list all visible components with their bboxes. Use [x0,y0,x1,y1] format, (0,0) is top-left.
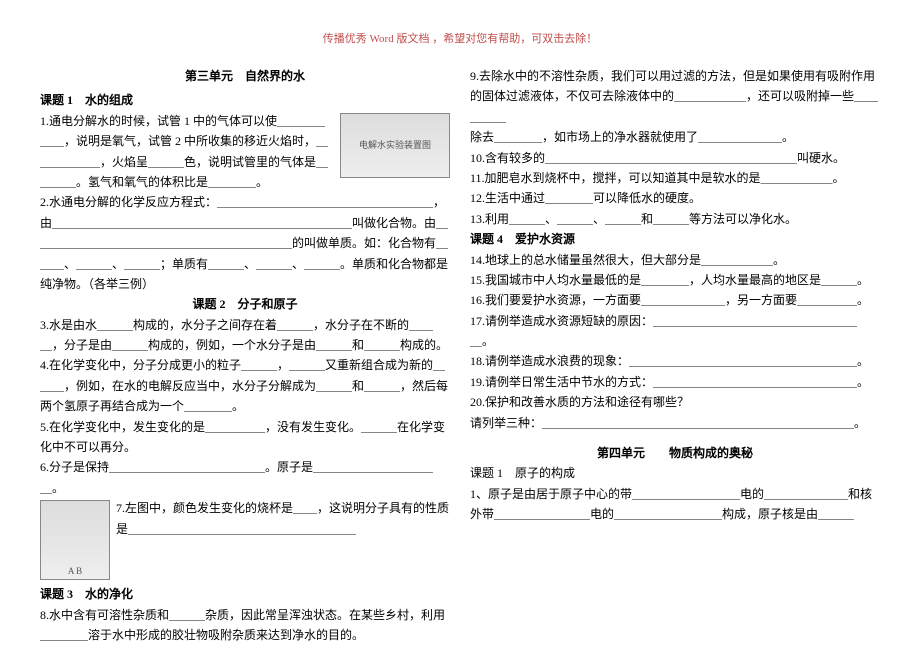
q20b: 请列举三种：＿＿＿＿＿＿＿＿＿＿＿＿＿＿＿＿＿＿＿＿＿＿＿＿＿＿。 [470,413,880,433]
electrolysis-diagram: 电解水实验装置图 [340,113,450,178]
unit4-topic1-title: 课题 1 原子的构成 [470,463,880,483]
q12: 12.生活中通过＿＿＿＿可以降低水的硬度。 [470,188,880,208]
topic3-title: 课题 3 水的净化 [40,584,450,604]
q19: 19.请例举日常生活中节水的方式：＿＿＿＿＿＿＿＿＿＿＿＿＿＿＿＿＿。 [470,372,880,392]
u4q1: 1、原子是由居于原子中心的带＿＿＿＿＿＿＿＿＿电的＿＿＿＿＿＿＿和核外带＿＿＿＿… [470,484,880,525]
right-column: 9.去除水中的不溶性杂质，我们可以用过滤的方法，但是如果使用有吸附作用的固体过滤… [470,66,880,645]
topic1-title: 课题 1 水的组成 [40,90,450,110]
q10: 10.含有较多的＿＿＿＿＿＿＿＿＿＿＿＿＿＿＿＿＿＿＿＿＿叫硬水。 [470,148,880,168]
q17: 17.请例举造成水资源短缺的原因：＿＿＿＿＿＿＿＿＿＿＿＿＿＿＿＿＿＿。 [470,311,880,352]
q18: 18.请例举造成水浪费的现象：＿＿＿＿＿＿＿＿＿＿＿＿＿＿＿＿＿＿＿。 [470,351,880,371]
topic4-title: 课题 4 爱护水资源 [470,229,880,249]
content-columns: 第三单元 自然界的水 课题 1 水的组成 电解水实验装置图 1.通电分解水的时候… [40,66,880,645]
topic2-title: 课题 2 分子和原子 [40,294,450,314]
left-column: 第三单元 自然界的水 课题 1 水的组成 电解水实验装置图 1.通电分解水的时候… [40,66,450,645]
q5: 5.在化学变化中，发生变化的是＿＿＿＿＿，没有发生变化。＿＿＿在化学变化中不可以… [40,417,450,458]
q16: 16.我们要爱护水资源，一方面要＿＿＿＿＿＿＿，另一方面要＿＿＿＿＿。 [470,290,880,310]
q4: 4.在化学变化中，分子分成更小的粒子＿＿＿，＿＿＿又重新组合成为新的＿＿＿，例如… [40,355,450,416]
q8: 8.水中含有可溶性杂质和＿＿＿杂质，因此常呈浑浊状态。在某些乡村，利用＿＿＿＿溶… [40,605,450,646]
q11: 11.加肥皂水到烧杯中，搅拌，可以知道其中是软水的是＿＿＿＿＿＿。 [470,168,880,188]
q3: 3.水是由水＿＿＿构成的，水分子之间存在着＿＿＿，水分子在不断的＿＿＿，分子是由… [40,315,450,356]
q15: 15.我国城市中人均水量最低的是＿＿＿＿，人均水量最高的地区是＿＿＿。 [470,270,880,290]
q2: 2.水通电分解的化学反应方程式：＿＿＿＿＿＿＿＿＿＿＿＿＿＿＿＿＿＿，由＿＿＿＿… [40,192,450,294]
beaker-diagram: A B [40,500,110,580]
q9b: 除去＿＿＿＿，如市场上的净水器就使用了＿＿＿＿＿＿＿。 [470,127,880,147]
q14: 14.地球上的总水储量虽然很大，但大部分是＿＿＿＿＿＿。 [470,250,880,270]
unit3-title: 第三单元 自然界的水 [40,66,450,86]
q9: 9.去除水中的不溶性杂质，我们可以用过滤的方法，但是如果使用有吸附作用的固体过滤… [470,66,880,127]
unit4-title: 第四单元 物质构成的奥秘 [470,443,880,463]
q13: 13.利用＿＿＿、＿＿＿、＿＿＿和＿＿＿等方法可以净化水。 [470,209,880,229]
header-note: 传播优秀 Word 版文档 ，希望对您有帮助，可双击去除！ [40,30,880,46]
q20: 20.保护和改善水质的方法和途径有哪些？ [470,392,880,412]
q6: 6.分子是保持＿＿＿＿＿＿＿＿＿＿＿＿＿。原子是＿＿＿＿＿＿＿＿＿＿＿。 [40,457,450,498]
